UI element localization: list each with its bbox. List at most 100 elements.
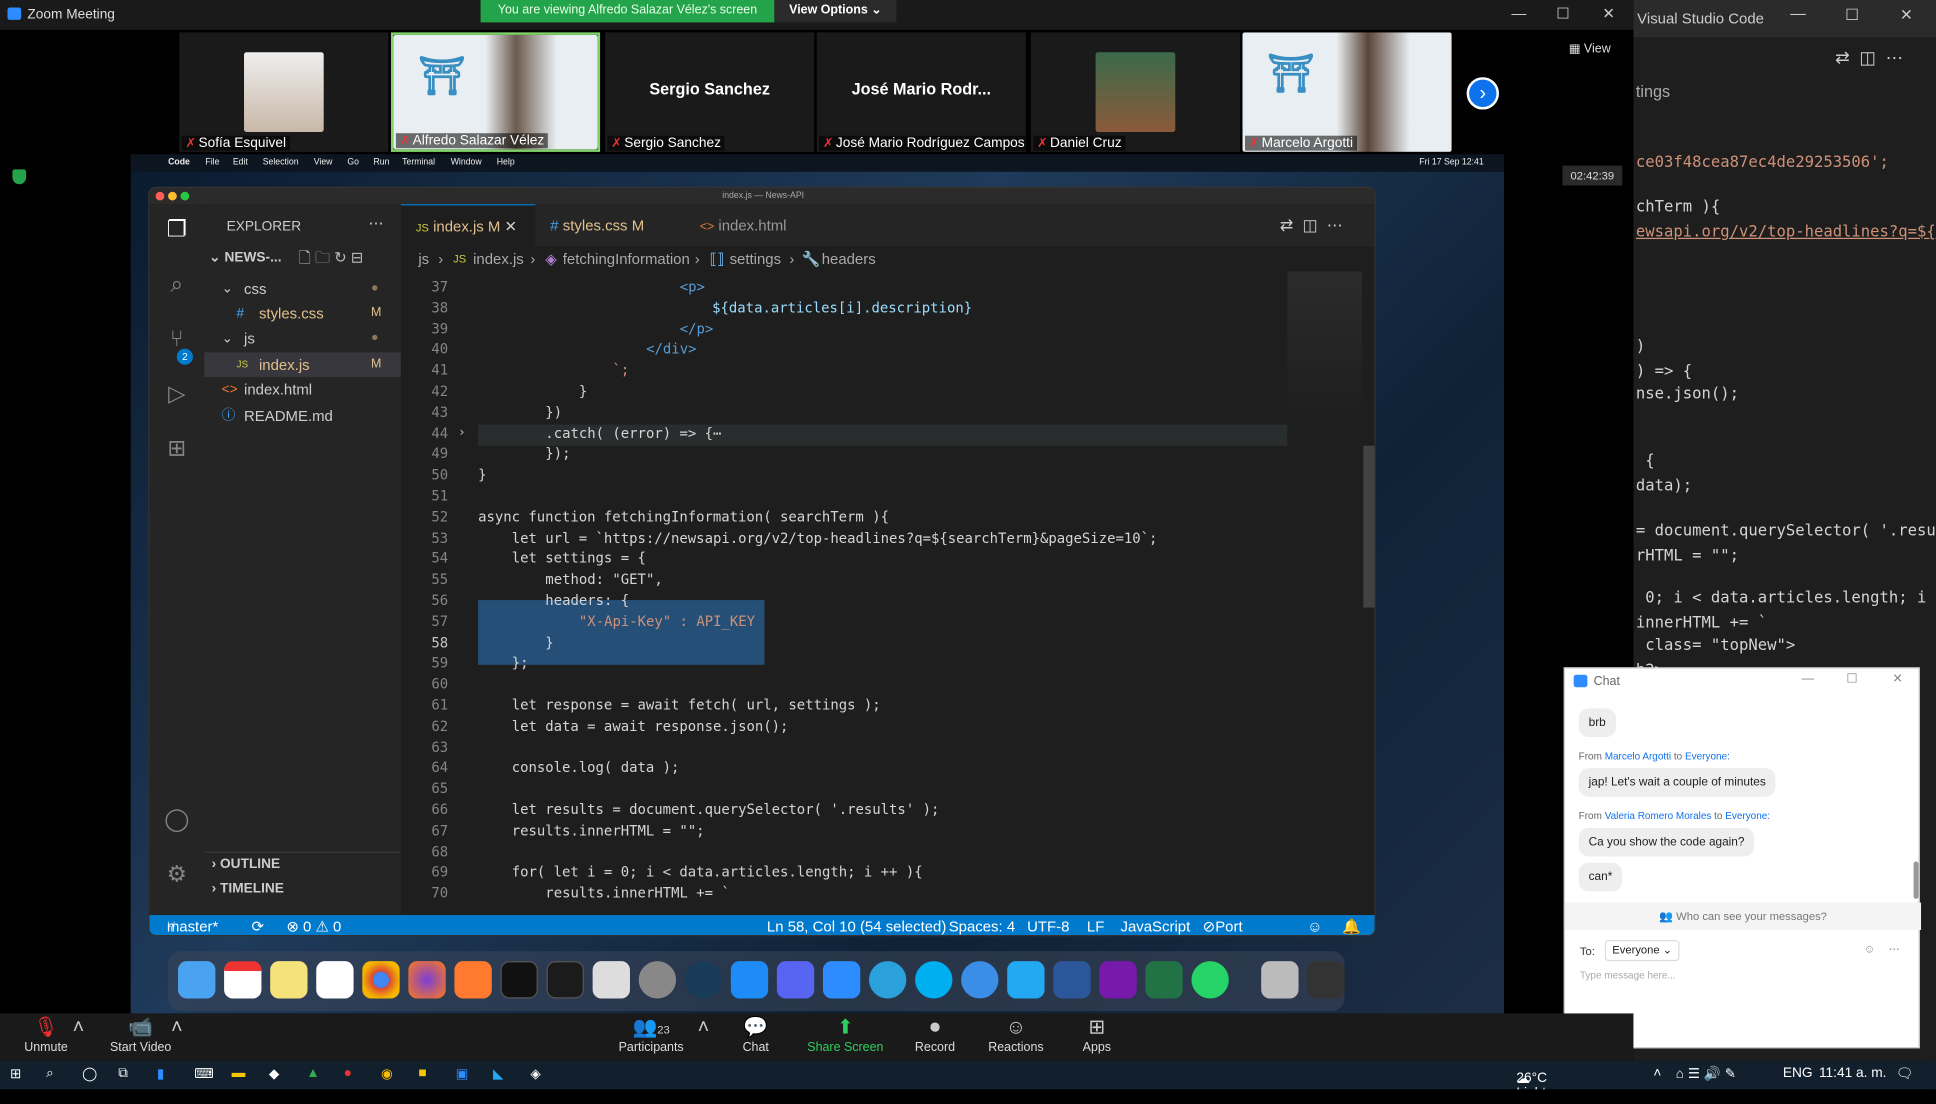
notifications-icon[interactable]: 🗨 (1896, 1066, 1913, 1082)
start-video-button[interactable]: 📹 Start Video (107, 1013, 174, 1054)
who-can-see-link[interactable]: 👥 Who can see your messages? (1564, 902, 1922, 931)
notifications-icon[interactable]: 🔔 (1342, 915, 1361, 935)
code-line[interactable]: }; (512, 655, 529, 671)
file-explorer-icon[interactable]: ▬ (232, 1066, 246, 1081)
participants-button[interactable]: 👥23 Participants (615, 1013, 687, 1054)
feedback-icon[interactable]: ☺ (1307, 915, 1322, 935)
chrome-icon[interactable]: ◉ (381, 1066, 393, 1082)
code-line[interactable]: results.innerHTML += ` (545, 885, 729, 901)
more-actions-icon[interactable]: ⋯ (1327, 215, 1343, 234)
participant-tile[interactable]: Sergio Sanchez ✗ Sergio Sanchez (605, 32, 815, 152)
more-options-icon[interactable]: ⋯ (1889, 942, 1900, 956)
close-tab-icon[interactable]: ✕ (505, 218, 518, 235)
new-file-icon[interactable]: 🗋 (299, 249, 311, 266)
run-debug-icon[interactable]: ▷ (162, 381, 192, 411)
security-shield-icon[interactable] (12, 169, 27, 185)
sticky-notes-icon[interactable]: ■ (418, 1066, 426, 1081)
chrome-icon[interactable] (362, 961, 400, 999)
minimize-icon[interactable]: — (1802, 672, 1814, 686)
search-icon[interactable]: ⌕ (46, 1066, 54, 1082)
tab-styles-css[interactable]: # styles.css M (535, 204, 684, 246)
code-line[interactable]: let url = `https://newsapi.org/v2/top-he… (512, 530, 1158, 546)
participant-tile[interactable]: ✗ Daniel Cruz (1030, 32, 1241, 152)
discord-icon[interactable] (776, 961, 815, 999)
code-line[interactable]: async function fetchingInformation( sear… (478, 509, 889, 525)
menu-item[interactable]: View (314, 158, 333, 167)
sublime-icon[interactable] (454, 961, 492, 999)
problems-indicator[interactable]: ⊗ 0 ⚠ 0 (286, 915, 341, 935)
activity-monitor-icon[interactable] (546, 961, 584, 999)
more-actions-icon[interactable]: ⋯ (1886, 47, 1903, 67)
code-line[interactable]: let settings = { (512, 551, 646, 567)
tree-item[interactable]: ⌄ css ● (204, 276, 401, 301)
maximize-icon[interactable]: ☐ (1845, 5, 1859, 24)
language-indicator[interactable]: ENG (1783, 1066, 1813, 1081)
code-line[interactable]: let results = document.querySelector( '.… (512, 802, 940, 818)
next-page-button[interactable]: › (1466, 77, 1499, 110)
tree-item[interactable]: ⌄ js ● (204, 326, 401, 351)
maximize-icon[interactable]: ☐ (1846, 672, 1857, 686)
cursor-position[interactable]: Ln 58, Col 10 (54 selected) (767, 915, 946, 935)
code-line[interactable]: .catch( (error) => {⋯ (545, 425, 721, 441)
menu-item[interactable]: Help (497, 158, 515, 167)
menu-item[interactable]: Edit (233, 158, 248, 167)
collapse-icon[interactable]: ⊟ (351, 249, 364, 266)
drive-icon[interactable]: ▲ (306, 1066, 320, 1081)
slack-icon[interactable] (316, 961, 354, 999)
breadcrumb-item[interactable]: index.js (473, 247, 524, 272)
code-line[interactable]: let data = await response.json(); (512, 718, 789, 734)
trash-icon[interactable] (1307, 961, 1345, 999)
taskbar-clock[interactable]: 11:41 a. m. (1819, 1066, 1887, 1081)
maximize-icon[interactable]: ☐ (1556, 5, 1569, 22)
code-editor[interactable]: 37 <p> 38 ${data.articles[i].description} 39… (400, 271, 1375, 916)
extensions-icon[interactable]: ⊞ (162, 436, 192, 466)
breadcrumb-item[interactable]: headers (822, 247, 876, 272)
code-line[interactable]: for( let i = 0; i < data.articles.length… (512, 865, 923, 881)
code-line[interactable]: console.log( data ); (512, 760, 680, 776)
code-line[interactable]: results.innerHTML = ""; (512, 823, 705, 839)
participant-tile[interactable]: José Mario Rodr... ✗ José Mario Rodríguez… (816, 32, 1026, 152)
reactions-button[interactable]: ☺ Reactions (986, 1013, 1046, 1054)
cortana-icon[interactable]: ◯ (82, 1066, 97, 1082)
breadcrumb-item[interactable]: js (418, 247, 429, 272)
sync-icon[interactable]: ⟳ (251, 915, 264, 935)
word-icon[interactable] (1053, 961, 1091, 999)
minimap[interactable] (1287, 271, 1363, 421)
compare-icon[interactable]: ⇄ (1280, 215, 1294, 234)
preview-icon[interactable] (1261, 961, 1299, 999)
windows-start-icon[interactable]: ⊞ (10, 1066, 21, 1082)
zoom-icon[interactable] (822, 961, 861, 999)
code-line[interactable]: <p> (680, 279, 705, 295)
code-line[interactable]: } (478, 467, 486, 483)
minimize-icon[interactable]: — (1790, 5, 1806, 22)
breadcrumb-item[interactable]: fetchingInformation (563, 247, 690, 272)
vscode-taskbar-icon[interactable]: ◣ (493, 1066, 504, 1082)
tray-icons[interactable]: ⌂ ☰ 🔊 ✎ (1676, 1066, 1736, 1082)
code-line[interactable]: }); (545, 446, 570, 462)
close-icon[interactable]: ✕ (1892, 672, 1902, 686)
close-dot[interactable] (155, 191, 165, 201)
tab-index-html[interactable]: <> index.html (685, 204, 824, 246)
menu-item[interactable]: Selection (263, 158, 299, 167)
breadcrumb-item[interactable]: settings (730, 247, 781, 272)
participant-tile[interactable]: ✗ Sofía Esquivel (179, 32, 389, 152)
menu-item[interactable]: File (205, 158, 219, 167)
video-options-caret[interactable]: ˄ (171, 1013, 183, 1040)
menu-item[interactable]: Run (374, 158, 390, 167)
refresh-icon[interactable]: ↻ (334, 249, 347, 266)
code-line[interactable]: } (579, 383, 587, 399)
line-ending[interactable]: LF (1087, 915, 1104, 935)
code-line[interactable]: } (545, 634, 553, 650)
skype-icon[interactable] (915, 961, 953, 999)
menu-item[interactable]: Terminal (402, 158, 435, 167)
emoji-icon[interactable]: ☺ (1864, 942, 1875, 954)
chat-scrollbar[interactable] (1913, 861, 1919, 899)
minimize-dot[interactable] (168, 191, 177, 201)
unmute-button[interactable]: 🎙 Unmute (20, 1013, 72, 1054)
live-server-port[interactable]: ⊘ Port : 5500 (1203, 915, 1243, 935)
search-icon[interactable]: ⌕ (162, 271, 192, 301)
audio-options-caret[interactable]: ˄ (72, 1013, 85, 1040)
tab-index-js[interactable]: JS index.js M ✕ (400, 204, 536, 247)
new-folder-icon[interactable]: 🗀 (315, 249, 330, 266)
code-line[interactable]: ${data.articles[i].description} (712, 300, 972, 316)
